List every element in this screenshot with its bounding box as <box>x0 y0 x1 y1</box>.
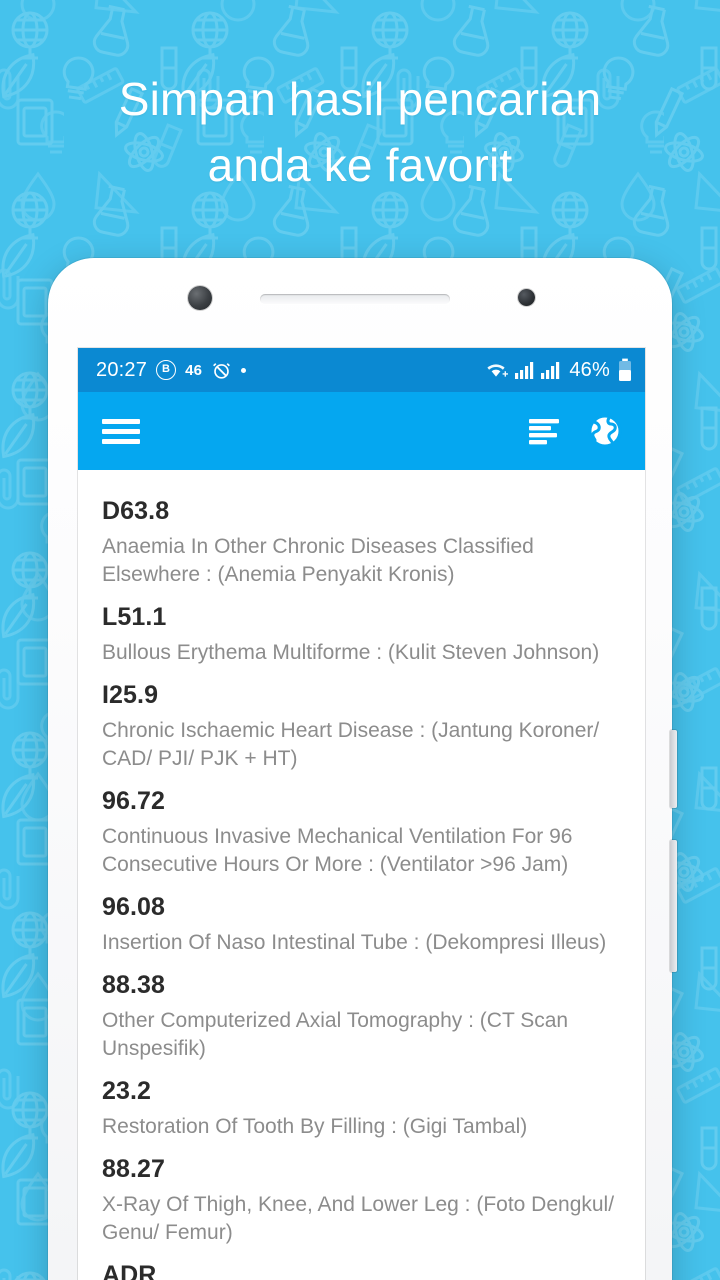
status-clock: 20:27 <box>96 358 148 381</box>
item-code: 23.2 <box>102 1077 152 1105</box>
list-item[interactable]: ADR Adverse Drug Reaction <box>78 1258 645 1280</box>
hamburger-line <box>102 438 140 444</box>
list-item[interactable]: D63.8 Anaemia In Other Chronic Diseases … <box>78 494 645 589</box>
wifi-icon <box>484 360 509 380</box>
battery-percent-label: 46% <box>569 358 610 381</box>
list-item[interactable]: 96.72 Continuous Invasive Mechanical Ven… <box>78 784 645 879</box>
item-description: Bullous Erythema Multiforme : (Kulit Ste… <box>102 641 600 664</box>
headline-line-2: anda ke favorit <box>207 139 513 191</box>
item-code: ADR <box>102 1261 157 1280</box>
list-item[interactable]: 88.38 Other Computerized Axial Tomograph… <box>78 968 645 1063</box>
phone-screen: 20:27 B 46 46% D63.8 Anaemia In Other Ch… <box>78 348 645 1280</box>
status-bar: 20:27 B 46 46% <box>78 348 645 392</box>
hamburger-menu-icon[interactable] <box>102 414 140 449</box>
item-description: Chronic Ischaemic Heart Disease : (Jantu… <box>102 719 600 770</box>
notification-dot-icon <box>241 367 247 373</box>
status-bar-right: 46% <box>484 358 632 382</box>
phone-mockup: 20:27 B 46 46% D63.8 Anaemia In Other Ch… <box>48 258 677 1280</box>
signal-bars-icon <box>540 361 560 380</box>
app-bar <box>78 392 645 470</box>
list-item[interactable]: 88.27 X-Ray Of Thigh, Knee, And Lower Le… <box>78 1152 645 1247</box>
front-camera-icon <box>188 286 212 310</box>
item-description: Insertion Of Naso Intestinal Tube : (Dek… <box>102 931 607 954</box>
item-code: I25.9 <box>102 681 159 709</box>
list-item[interactable]: 96.08 Insertion Of Naso Intestinal Tube … <box>78 890 645 957</box>
item-code: 96.08 <box>102 893 166 921</box>
item-code: D63.8 <box>102 497 170 525</box>
bluetooth-badge-icon: B <box>156 360 177 380</box>
item-description: Restoration Of Tooth By Filling : (Gigi … <box>102 1115 528 1138</box>
item-description: Other Computerized Axial Tomography : (C… <box>102 1009 569 1060</box>
battery-icon <box>618 358 632 382</box>
signal-bars-icon <box>514 361 534 380</box>
headline-line-1: Simpan hasil pencarian <box>118 73 602 125</box>
alarm-off-icon <box>211 360 232 381</box>
promo-page: Simpan hasil pencarian anda ke favorit 2… <box>0 0 720 1280</box>
earpiece-speaker-icon <box>260 294 450 304</box>
hamburger-line <box>102 428 140 434</box>
item-description: Continuous Invasive Mechanical Ventilati… <box>102 825 573 876</box>
list-item[interactable]: I25.9 Chronic Ischaemic Heart Disease : … <box>78 678 645 773</box>
item-code: L51.1 <box>102 603 167 631</box>
status-counter: 46 <box>185 361 203 379</box>
item-description: X-Ray Of Thigh, Knee, And Lower Leg : (F… <box>102 1193 615 1244</box>
list-item[interactable]: L51.1 Bullous Erythema Multiforme : (Kul… <box>78 600 645 667</box>
globe-icon[interactable] <box>587 413 623 449</box>
proximity-sensor-icon <box>518 289 535 306</box>
item-code: 96.72 <box>102 787 166 815</box>
volume-button[interactable] <box>670 840 677 972</box>
item-description: Anaemia In Other Chronic Diseases Classi… <box>102 535 534 586</box>
item-code: 88.38 <box>102 971 166 999</box>
power-button[interactable] <box>670 730 677 808</box>
promo-headline: Simpan hasil pencarian anda ke favorit <box>0 66 720 198</box>
item-code: 88.27 <box>102 1155 166 1183</box>
hamburger-line <box>102 418 140 424</box>
list-item[interactable]: 23.2 Restoration Of Tooth By Filling : (… <box>78 1074 645 1141</box>
sort-list-icon[interactable] <box>527 416 561 446</box>
status-bar-left: 20:27 B 46 <box>96 359 484 382</box>
search-result-list[interactable]: D63.8 Anaemia In Other Chronic Diseases … <box>78 470 645 1280</box>
